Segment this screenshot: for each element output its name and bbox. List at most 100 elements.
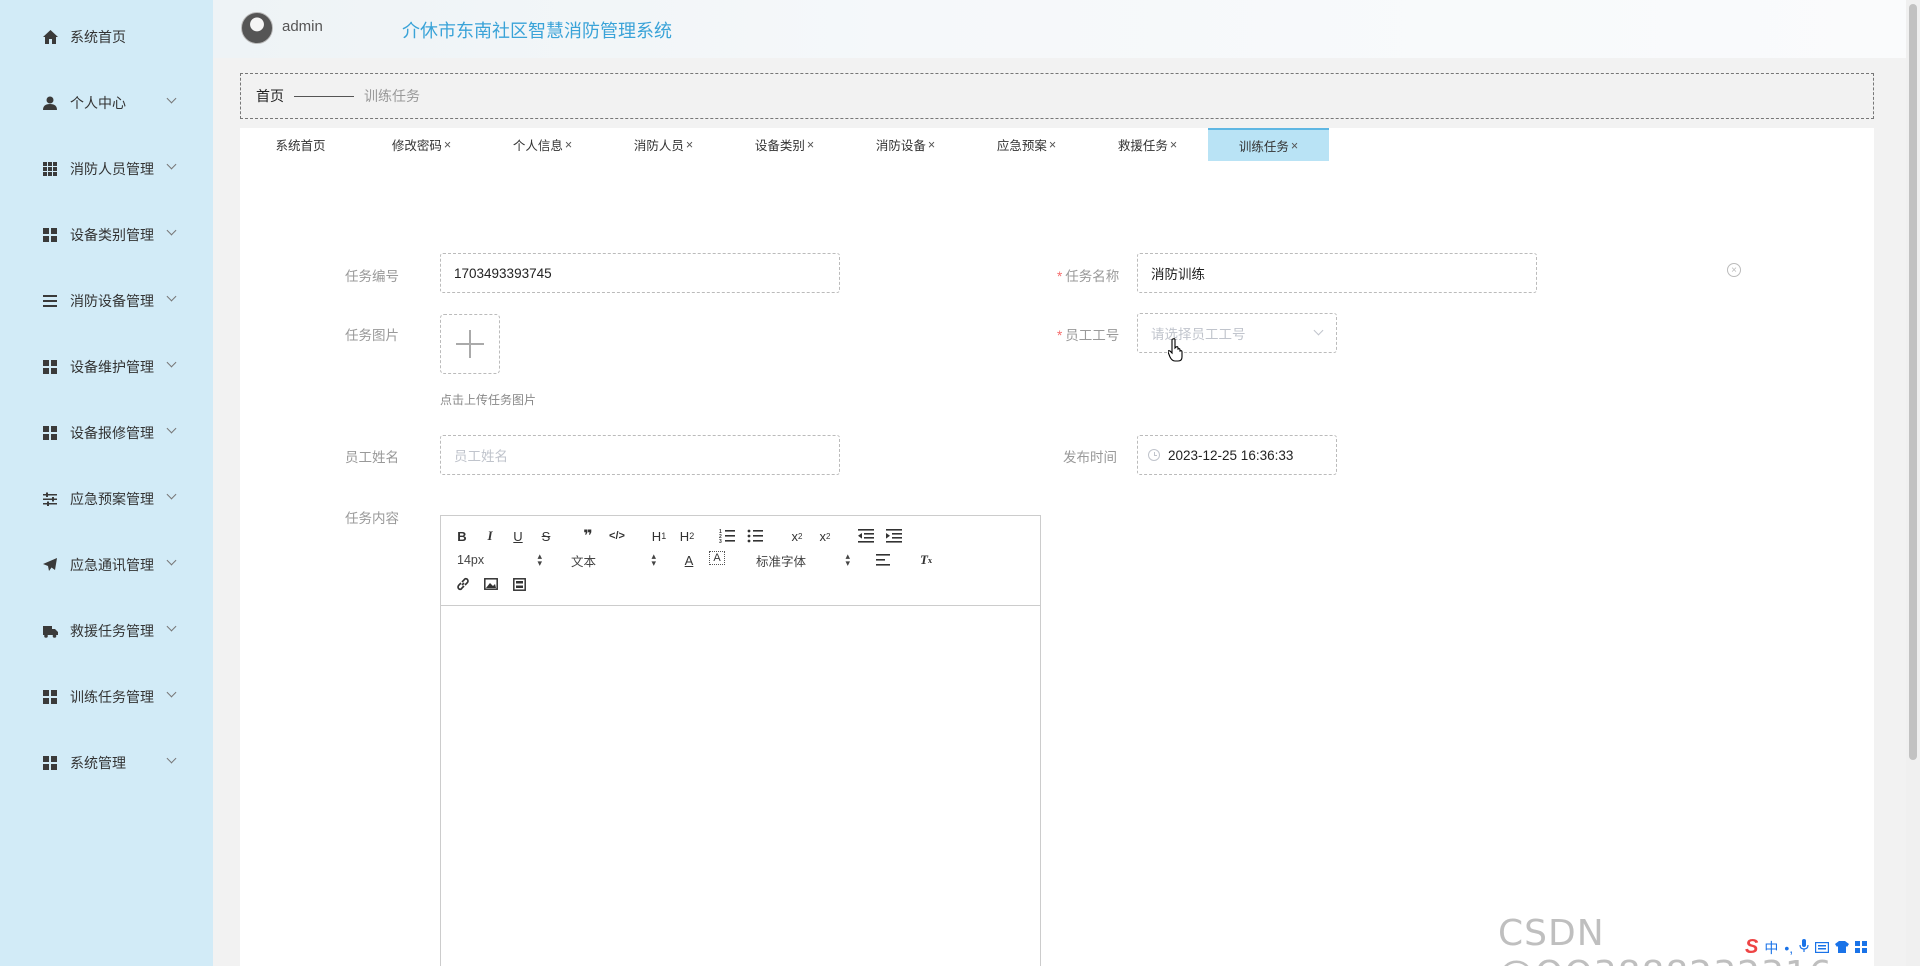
tab-device-category[interactable]: 设备类别 ×: [724, 128, 845, 161]
task-name-field[interactable]: 消防训练: [1137, 253, 1537, 293]
employee-name-placeholder: 员工姓名: [454, 449, 508, 464]
home-icon: [42, 29, 58, 45]
sidebar-item-label: 系统管理: [70, 755, 126, 771]
keyboard-icon[interactable]: [1815, 940, 1830, 956]
grid-icon: [42, 755, 58, 771]
employee-no-placeholder: 请选择员工工号: [1151, 327, 1246, 342]
bold-icon[interactable]: B: [455, 527, 469, 545]
sidebar-item-emergency-comm-mgmt[interactable]: 应急通讯管理: [0, 545, 213, 585]
chevron-down-icon: [166, 687, 177, 698]
ime-toolbar[interactable]: S 中 •,: [1745, 936, 1868, 959]
vertical-scrollbar[interactable]: [1906, 0, 1920, 966]
subscript-icon[interactable]: x2: [788, 527, 806, 545]
superscript-icon[interactable]: x2: [816, 527, 834, 545]
close-icon[interactable]: ×: [686, 138, 693, 152]
editor-content-area[interactable]: [441, 606, 1040, 966]
employee-no-select[interactable]: 请选择员工工号: [1137, 313, 1337, 353]
font-family-select[interactable]: 标准字体 ▴ ▾: [756, 552, 850, 569]
image-icon[interactable]: [483, 575, 499, 593]
employee-name-field[interactable]: 员工姓名: [440, 435, 840, 475]
sidebar-item-label: 设备报修管理: [70, 425, 154, 441]
avatar[interactable]: [241, 12, 273, 44]
editor-toolbar: B I U S ❞ </> H1 H2 123 x2 x2 14px ▴ ▾ 文…: [441, 516, 1040, 606]
close-icon[interactable]: ×: [565, 138, 572, 152]
employee-name-label: 员工姓名: [345, 450, 399, 465]
tab-home[interactable]: 系统首页: [240, 128, 361, 161]
toolbox-icon[interactable]: [1855, 940, 1868, 956]
sidebar-item-label: 设备维护管理: [70, 359, 154, 375]
publish-time-picker[interactable]: 2023-12-25 16:36:33: [1137, 435, 1337, 475]
username[interactable]: admin: [282, 18, 323, 35]
close-icon[interactable]: ×: [1291, 139, 1298, 153]
tab-personal-info[interactable]: 个人信息 ×: [482, 128, 603, 161]
sidebar-item-label: 应急预案管理: [70, 491, 154, 507]
grid-icon: [42, 161, 58, 177]
bullet-list-icon[interactable]: [746, 527, 764, 545]
clear-format-icon[interactable]: Tx: [917, 551, 935, 569]
close-icon[interactable]: ×: [928, 138, 935, 152]
microphone-icon[interactable]: [1799, 939, 1809, 956]
sidebar-item-training-task-mgmt[interactable]: 训练任务管理: [0, 677, 213, 717]
sidebar: 系统首页 个人中心 消防人员管理 设备类别管理 消防设备管理 设备维护管理 设备…: [0, 0, 213, 966]
task-no-field[interactable]: 1703493393745: [440, 253, 840, 293]
sidebar-item-firefighter-mgmt[interactable]: 消防人员管理: [0, 149, 213, 189]
code-icon[interactable]: </>: [608, 527, 626, 545]
sidebar-item-fire-device-mgmt[interactable]: 消防设备管理: [0, 281, 213, 321]
skin-icon[interactable]: [1835, 940, 1850, 956]
tab-label: 应急预案: [996, 139, 1047, 153]
font-size-select[interactable]: 14px ▴ ▾: [457, 552, 542, 568]
tab-rescue-task[interactable]: 救援任务 ×: [1087, 128, 1208, 161]
tab-fire-device[interactable]: 消防设备 ×: [845, 128, 966, 161]
breadcrumb-current: 训练任务: [364, 88, 420, 104]
breadcrumb: 首页 训练任务: [240, 73, 1874, 119]
hand-cursor-icon: [1167, 338, 1186, 367]
sidebar-item-personal-center[interactable]: 个人中心: [0, 83, 213, 123]
required-mark: *: [1057, 269, 1063, 284]
heading-select[interactable]: 文本 ▴ ▾: [571, 552, 656, 569]
close-icon[interactable]: ×: [807, 138, 814, 152]
italic-icon[interactable]: I: [483, 527, 497, 545]
tab-change-password[interactable]: 修改密码 ×: [361, 128, 482, 161]
chevron-down-icon: [166, 621, 177, 632]
tab-label: 救援任务: [1117, 139, 1168, 153]
outdent-icon[interactable]: [857, 527, 875, 545]
close-icon[interactable]: ×: [1049, 138, 1056, 152]
font-color-icon[interactable]: A: [681, 551, 697, 569]
tab-emergency-plan[interactable]: 应急预案 ×: [966, 128, 1087, 161]
clear-icon[interactable]: ×: [1727, 263, 1741, 277]
ime-lang-indicator[interactable]: 中: [1764, 938, 1778, 958]
sidebar-item-device-category-mgmt[interactable]: 设备类别管理: [0, 215, 213, 255]
sidebar-item-label: 训练任务管理: [70, 689, 154, 705]
underline-icon[interactable]: U: [511, 527, 525, 545]
h1-icon[interactable]: H1: [649, 527, 669, 545]
sidebar-item-system-mgmt[interactable]: 系统管理: [0, 743, 213, 783]
scrollbar-thumb[interactable]: [1909, 4, 1917, 760]
grid-icon: [42, 689, 58, 705]
align-icon[interactable]: [875, 551, 891, 569]
strikethrough-icon[interactable]: S: [539, 527, 553, 545]
tab-firefighters[interactable]: 消防人员 ×: [603, 128, 724, 161]
close-icon[interactable]: ×: [444, 138, 451, 152]
grid-icon: [42, 227, 58, 243]
sidebar-item-label: 系统首页: [70, 29, 126, 45]
indent-icon[interactable]: [885, 527, 903, 545]
close-icon[interactable]: ×: [1170, 138, 1177, 152]
sidebar-item-device-repair-mgmt[interactable]: 设备报修管理: [0, 413, 213, 453]
chevron-down-icon: [166, 291, 177, 302]
ordered-list-icon[interactable]: 123: [718, 527, 736, 545]
sidebar-item-emergency-plan-mgmt[interactable]: 应急预案管理: [0, 479, 213, 519]
blockquote-icon[interactable]: ❞: [580, 527, 596, 545]
h2-icon[interactable]: H2: [677, 527, 697, 545]
punctuation-icon[interactable]: •,: [1784, 940, 1793, 956]
sidebar-item-home[interactable]: 系统首页: [0, 17, 213, 57]
chevron-down-icon: [166, 423, 177, 434]
tab-training-task[interactable]: 训练任务 ×: [1208, 128, 1329, 161]
image-upload-button[interactable]: [440, 314, 500, 374]
rich-text-editor: B I U S ❞ </> H1 H2 123 x2 x2 14px ▴ ▾ 文…: [440, 515, 1041, 966]
breadcrumb-home[interactable]: 首页: [256, 86, 284, 106]
link-icon[interactable]: [455, 575, 471, 593]
video-icon[interactable]: [511, 575, 527, 593]
sidebar-item-device-maintenance-mgmt[interactable]: 设备维护管理: [0, 347, 213, 387]
background-color-icon[interactable]: A: [709, 551, 725, 565]
sidebar-item-rescue-task-mgmt[interactable]: 救援任务管理: [0, 611, 213, 651]
